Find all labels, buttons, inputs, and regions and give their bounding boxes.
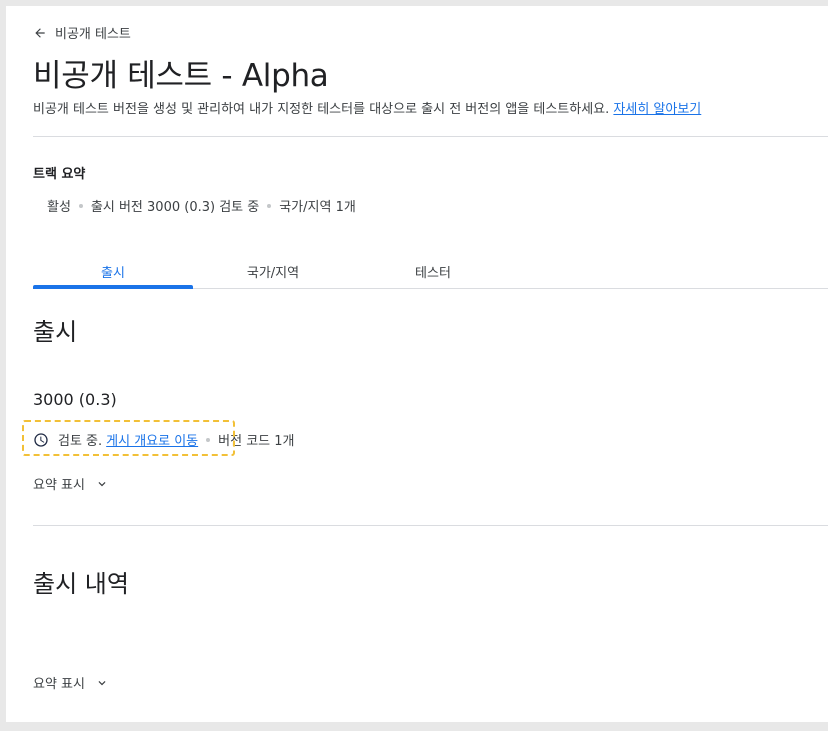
tab-label: 출시 <box>101 265 125 281</box>
back-link[interactable]: 비공개 테스트 <box>33 23 131 42</box>
header-divider <box>33 136 828 137</box>
separator-dot <box>267 203 272 208</box>
show-summary-label: 요약 표시 <box>33 478 85 493</box>
page-frame: 비공개 테스트 비공개 테스트 - Alpha 비공개 테스트 버전을 생성 및… <box>6 6 828 722</box>
release-status-row: 검토 중. 게시 개요로 이동 버전 코드 1개 <box>22 420 295 456</box>
track-release: 출시 버전 3000 (0.3) 검토 중 <box>90 200 260 215</box>
release-version: 3000 (0.3) <box>33 390 117 409</box>
chevron-down-icon <box>98 481 106 486</box>
page-description: 비공개 테스트 버전을 생성 및 관리하여 내가 지정한 테스터를 대상으로 출… <box>33 98 701 117</box>
tab-label: 국가/지역 <box>246 265 300 281</box>
tab-countries[interactable]: 국가/지역 <box>193 254 353 288</box>
arrow-back-icon <box>35 27 45 38</box>
show-summary-button[interactable]: 요약 표시 <box>33 474 109 493</box>
page-title: 비공개 테스트 - Alpha <box>33 58 329 94</box>
releases-section-title: 출시 <box>33 318 78 346</box>
learn-more-link[interactable]: 자세히 알아보기 <box>613 102 701 117</box>
release-history-title: 출시 내역 <box>33 570 129 598</box>
track-summary-title: 트랙 요약 <box>33 167 86 182</box>
track-summary: 활성 출시 버전 3000 (0.3) 검토 중 국가/지역 1개 <box>47 196 356 215</box>
history-show-summary-button[interactable]: 요약 표시 <box>33 673 109 692</box>
tab-testers[interactable]: 테스터 <box>353 254 513 288</box>
section-divider <box>33 525 828 526</box>
track-countries: 국가/지역 1개 <box>279 200 356 215</box>
active-tab-indicator <box>33 285 193 289</box>
tab-bar: 출시 국가/지역 테스터 <box>33 254 828 289</box>
status-highlight-box <box>22 420 235 456</box>
chevron-down-icon <box>98 680 106 685</box>
back-link-label: 비공개 테스트 <box>55 27 131 42</box>
description-text: 비공개 테스트 버전을 생성 및 관리하여 내가 지정한 테스터를 대상으로 출… <box>33 102 610 117</box>
separator-dot <box>78 203 83 208</box>
tab-label: 테스터 <box>415 265 451 281</box>
track-status: 활성 <box>47 200 71 215</box>
tab-releases[interactable]: 출시 <box>33 254 193 288</box>
show-summary-label: 요약 표시 <box>33 677 85 692</box>
